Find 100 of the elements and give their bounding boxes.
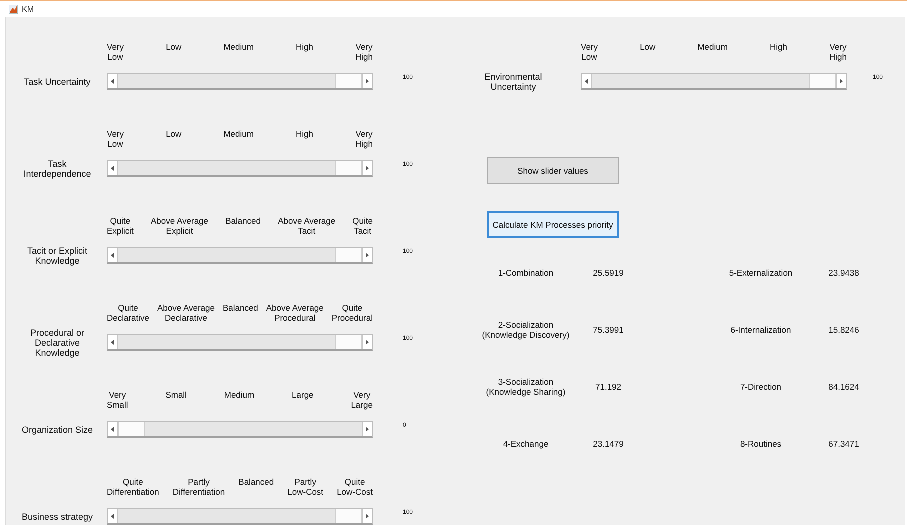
tick-label: Above Average Procedural — [266, 304, 324, 323]
slider-right-button[interactable] — [362, 161, 372, 175]
right-arrow-icon — [366, 514, 369, 518]
left-arrow-icon — [111, 426, 114, 432]
tick-label: Medium — [698, 43, 728, 52]
tick-label: Low — [166, 43, 182, 52]
slider-thumb[interactable] — [335, 74, 362, 88]
left-arrow-icon — [111, 78, 114, 84]
process-value: 75.3991 — [592, 324, 625, 334]
slider-left-button[interactable] — [108, 74, 118, 88]
slider-left-button[interactable] — [108, 509, 118, 523]
left-arrow-icon — [111, 252, 114, 258]
tick-label: Very High — [356, 130, 373, 149]
slider-label: Organization Size — [20, 424, 94, 434]
process-value: 25.5919 — [592, 268, 625, 278]
slider-thumb[interactable] — [118, 422, 145, 436]
left-arrow-icon — [111, 514, 114, 518]
tick-label: Quite Explicit — [107, 217, 134, 236]
tick-label: Medium — [224, 130, 254, 140]
tick-label: Balanced — [226, 217, 262, 226]
tick-label: Very Low — [581, 43, 598, 62]
window-title: KM — [22, 4, 34, 14]
slider-right-button[interactable] — [362, 248, 372, 262]
left-arrow-icon — [111, 166, 114, 170]
tick-label: Balanced — [238, 478, 274, 488]
tick-label: Very High — [830, 43, 847, 62]
tick-label: Very Low — [107, 130, 124, 149]
right-arrow-icon — [366, 78, 369, 84]
right-arrow-icon — [366, 340, 369, 344]
tick-label: Above Average Explicit — [151, 217, 208, 236]
slider-left-button[interactable] — [108, 422, 118, 436]
slider[interactable] — [107, 334, 373, 351]
slider-left-button[interactable] — [108, 161, 118, 175]
tick-label: Balanced — [222, 304, 258, 314]
slider[interactable] — [107, 160, 373, 177]
tick-label: Very Large — [351, 391, 373, 410]
process-value: 23.9438 — [828, 268, 860, 278]
tick-label: Partly Differentiation — [172, 478, 226, 497]
slider-label: Environmental Uncertainty — [484, 72, 544, 92]
tick-label: Small — [166, 391, 187, 400]
tick-label: High — [296, 43, 314, 52]
process-name: 5-Externalization — [728, 268, 794, 278]
action-button[interactable]: Show slider values — [487, 157, 619, 184]
right-arrow-icon — [366, 252, 369, 258]
left-arrow-icon — [585, 78, 588, 84]
slider-left-button[interactable] — [582, 74, 592, 88]
slider-label: Task Interdependence — [22, 158, 92, 178]
slider[interactable] — [581, 73, 847, 90]
process-name: 2-Socialization (Knowledge Discovery) — [481, 320, 571, 340]
right-arrow-icon — [840, 78, 843, 84]
left-arrow-icon — [111, 340, 114, 344]
tick-label: Medium — [224, 43, 254, 52]
tick-label: Quite Low-Cost — [337, 478, 373, 497]
tick-label: Large — [292, 391, 314, 400]
tick-label: Partly Low-Cost — [288, 478, 324, 497]
slider-thumb[interactable] — [335, 335, 362, 349]
slider-right-button[interactable] — [362, 422, 372, 436]
process-name: 1-Combination — [497, 268, 555, 278]
action-button[interactable]: Calculate KM Processes priority — [487, 211, 619, 238]
process-value: 71.192 — [594, 382, 622, 392]
tick-label: Quite Differentiation — [107, 478, 160, 497]
tick-label: Medium — [224, 391, 255, 400]
slider-label: Business strategy — [20, 512, 94, 522]
slider-label: Task Uncertainty — [23, 76, 92, 86]
app-icon — [9, 4, 18, 14]
tick-label: Quite Tacit — [352, 217, 373, 236]
slider-left-button[interactable] — [108, 335, 118, 349]
slider-left-button[interactable] — [108, 248, 118, 262]
tick-label: Very High — [356, 43, 373, 62]
tick-label: Above Average Declarative — [158, 304, 215, 323]
slider-thumb[interactable] — [335, 248, 362, 262]
process-name: 6-Internalization — [730, 324, 792, 334]
slider-right-button[interactable] — [836, 74, 846, 88]
process-name: 7-Direction — [739, 382, 783, 392]
process-value: 67.3471 — [828, 438, 860, 448]
slider-right-button[interactable] — [362, 509, 372, 523]
process-name: 4-Exchange — [502, 438, 550, 448]
slider-thumb[interactable] — [335, 509, 362, 523]
tick-label: Above Average Tacit — [278, 217, 336, 236]
slider-right-button[interactable] — [362, 335, 372, 349]
slider[interactable] — [107, 508, 373, 525]
tick-label: Very Low — [107, 43, 124, 62]
tick-label: High — [296, 130, 314, 140]
tick-label: Low — [640, 43, 656, 52]
slider-label: Tacit or Explicit Knowledge — [26, 246, 89, 266]
right-arrow-icon — [366, 166, 369, 170]
slider-label: Procedural or Declarative Knowledge — [29, 328, 86, 358]
tick-label: Low — [166, 130, 182, 140]
process-value: 84.1624 — [828, 382, 860, 392]
process-name: 3-Socialization (Knowledge Sharing) — [485, 376, 567, 396]
slider[interactable] — [107, 421, 373, 438]
process-value: 15.8246 — [828, 324, 860, 334]
tick-label: Quite Procedural — [332, 304, 373, 323]
right-arrow-icon — [366, 426, 369, 432]
slider-right-button[interactable] — [362, 74, 372, 88]
slider-thumb[interactable] — [809, 74, 836, 88]
slider[interactable] — [107, 73, 373, 90]
slider-thumb[interactable] — [335, 161, 362, 175]
process-name: 8-Routines — [739, 438, 783, 448]
slider[interactable] — [107, 247, 373, 264]
